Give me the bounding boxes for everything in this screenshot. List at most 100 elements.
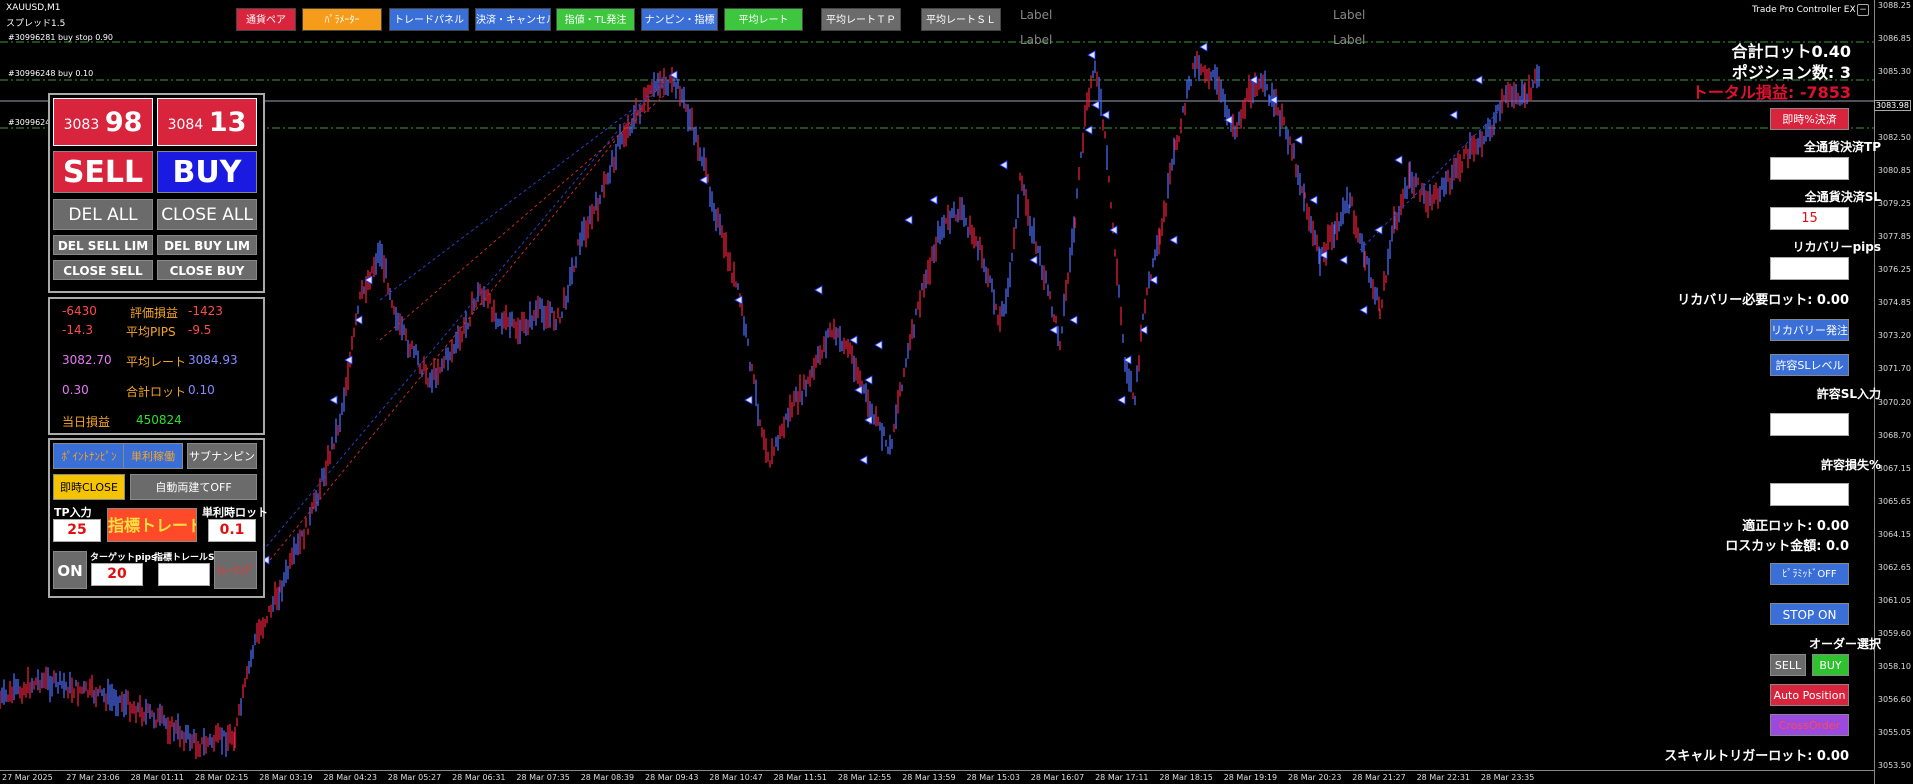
trade-marker-icon <box>734 295 743 305</box>
close-sell-button[interactable]: CLOSE SELL <box>53 260 153 280</box>
auto-hedge-button[interactable]: 自動両建てOFF <box>130 474 257 500</box>
minimize-icon[interactable]: − <box>1857 4 1869 16</box>
toolbar-button[interactable]: 平均レート <box>724 8 803 31</box>
history-line <box>379 94 666 341</box>
trade-line-label: #30996281 buy stop 0.90 <box>8 33 114 42</box>
unit-lot-input[interactable]: 0.1 <box>208 519 256 542</box>
recovery-order-button[interactable]: リカバリー発注 <box>1770 319 1849 341</box>
time-tick-label: 28 Mar 07:35 <box>516 773 570 782</box>
point-nanpin-button[interactable]: ﾎﾟｲﾝﾄﾅﾝﾋﾟﾝ <box>53 443 125 469</box>
tp-input[interactable]: 25 <box>53 519 101 542</box>
toolbar-button[interactable]: ﾊﾟﾗﾒｰﾀｰ <box>302 8 382 31</box>
buy-button[interactable]: BUY <box>157 151 257 193</box>
indicator-trail-sl-input[interactable] <box>158 563 210 586</box>
trade-marker-icon <box>1169 235 1178 245</box>
time-tick-label: 28 Mar 05:27 <box>387 773 442 782</box>
trade-marker-icon <box>1449 110 1458 120</box>
order-buy-button[interactable]: BUY <box>1812 654 1849 676</box>
total-pl-text: トータル損益: -7853 <box>1691 83 1851 102</box>
trade-marker-icon <box>1199 42 1208 52</box>
order-select-label: オーダー選択 <box>1808 637 1881 651</box>
price-tick-label: 3058.10 <box>1877 661 1911 671</box>
trade-marker-icon <box>1374 225 1383 235</box>
time-tick-label: 28 Mar 10:47 <box>709 773 763 782</box>
time-tick-label: 28 Mar 02:15 <box>194 773 249 782</box>
target-pips-label: ターゲットpips <box>90 553 157 563</box>
toolbar-button[interactable]: 指値・TL発注 <box>556 8 635 31</box>
price-tick-label: 3086.85 <box>1877 34 1911 44</box>
sub-nanpin-button[interactable]: サブナンピン <box>187 443 257 469</box>
allow-sl-input-label: 許容SL入力 <box>1816 387 1881 401</box>
time-tick-label: 28 Mar 09:43 <box>645 773 699 782</box>
sell-lot-value: 0.30 <box>62 383 89 397</box>
price-tick-label: 3080.85 <box>1877 166 1911 176</box>
time-tick-label: 28 Mar 04:23 <box>323 773 377 782</box>
toolbar-button[interactable]: 通貨ペア <box>236 8 296 31</box>
close-all-button[interactable]: CLOSE ALL <box>157 199 257 230</box>
stop-on-button[interactable]: STOP ON <box>1770 603 1849 625</box>
time-tick-label: 28 Mar 18:15 <box>1159 773 1213 782</box>
daily-pl-value: 450824 <box>136 413 182 427</box>
close-buy-button[interactable]: CLOSE BUY <box>157 260 257 280</box>
trade-marker-icon <box>859 455 868 465</box>
price-tick-label: 3082.50 <box>1877 133 1911 143</box>
trade-marker-icon <box>904 215 913 225</box>
toolbar-button[interactable]: ナンピン・指標 <box>641 8 718 31</box>
sell-button[interactable]: SELL <box>53 151 153 193</box>
recovery-pips-input[interactable] <box>1770 257 1849 280</box>
allow-sl-input[interactable] <box>1770 413 1849 436</box>
time-tick-label: 28 Mar 11:51 <box>773 773 828 782</box>
trade-marker-icon <box>1474 75 1483 85</box>
allow-loss-percent-label: 許容損失% <box>1820 458 1881 472</box>
on-toggle-button[interactable]: ON <box>53 551 87 589</box>
time-tick-label: 28 Mar 08:39 <box>580 773 635 782</box>
trade-marker-icon <box>699 175 708 185</box>
price-tick-label: 3061.05 <box>1877 595 1911 605</box>
toolbar-button[interactable]: 平均レートＳＬ <box>921 8 1001 31</box>
order-sell-button[interactable]: SELL <box>1770 654 1806 676</box>
price-chart[interactable] <box>0 0 1874 770</box>
app-title: Trade Pro Controller EX <box>1752 5 1856 15</box>
buy-pl-value: -1423 <box>188 304 223 318</box>
trade-marker-icon <box>849 335 858 345</box>
instant-close-button[interactable]: 即時CLOSE <box>53 474 125 500</box>
instant-percent-close-button[interactable]: 即時%決済 <box>1770 108 1849 130</box>
chart-label: Label <box>1333 8 1366 22</box>
price-tick-label: 3088.25 <box>1877 1 1911 10</box>
toolbar-button[interactable]: 平均レートＴＰ <box>821 8 901 31</box>
trade-marker-icon <box>1084 125 1093 135</box>
allow-sl-level-button[interactable]: 許容SLレベル <box>1770 354 1849 376</box>
lot-label: 合計ロット <box>126 385 187 399</box>
price-tick-label: 3079.25 <box>1877 199 1911 209</box>
pips-label: 平均PIPS <box>126 325 176 339</box>
indicator-trade-button[interactable]: 指標トレード <box>107 508 197 542</box>
del-buy-lim-button[interactable]: DEL BUY LIM <box>157 235 257 255</box>
time-tick-label: 28 Mar 22:31 <box>1416 773 1471 782</box>
toolbar-button[interactable]: 決済・キャンセル <box>475 8 551 31</box>
all-tp-input[interactable] <box>1770 157 1849 180</box>
target-pips-input[interactable]: 20 <box>91 563 143 586</box>
trade-marker-icon <box>864 375 873 385</box>
sell-price-button[interactable]: 3083 98 <box>53 98 153 146</box>
buy-price-button[interactable]: 3084 13 <box>157 98 257 146</box>
symbol-label: XAUUSD,M1 <box>6 3 61 13</box>
toolbar-button[interactable]: トレードパネル <box>389 8 469 31</box>
candlestick-chart <box>0 41 1874 760</box>
time-tick-label: 27 Mar 23:06 <box>66 773 120 782</box>
sell-price-big: 98 <box>104 107 143 138</box>
trade-marker-icon <box>1049 325 1058 335</box>
pyramid-toggle-button[interactable]: ﾋﾟﾗﾐｯﾄﾞOFF <box>1770 563 1849 585</box>
trailing-button[interactable]: ﾄﾚｰﾘﾝｸﾞ <box>214 551 257 589</box>
time-tick-label: 28 Mar 13:59 <box>902 773 956 782</box>
trade-marker-icon <box>1117 395 1126 405</box>
time-tick-label: 28 Mar 23:35 <box>1480 773 1535 782</box>
buy-lot-value: 0.10 <box>188 383 215 397</box>
del-sell-lim-button[interactable]: DEL SELL LIM <box>53 235 153 255</box>
allow-loss-percent-input[interactable] <box>1770 483 1849 506</box>
cross-order-button[interactable]: CrossOrder <box>1770 714 1849 736</box>
unit-profit-button[interactable]: 単利稼働 <box>123 443 183 469</box>
trade-marker-icon <box>999 160 1008 170</box>
all-sl-input[interactable]: 15 <box>1770 207 1849 230</box>
auto-position-button[interactable]: Auto Position <box>1770 684 1849 706</box>
del-all-button[interactable]: DEL ALL <box>53 199 153 230</box>
